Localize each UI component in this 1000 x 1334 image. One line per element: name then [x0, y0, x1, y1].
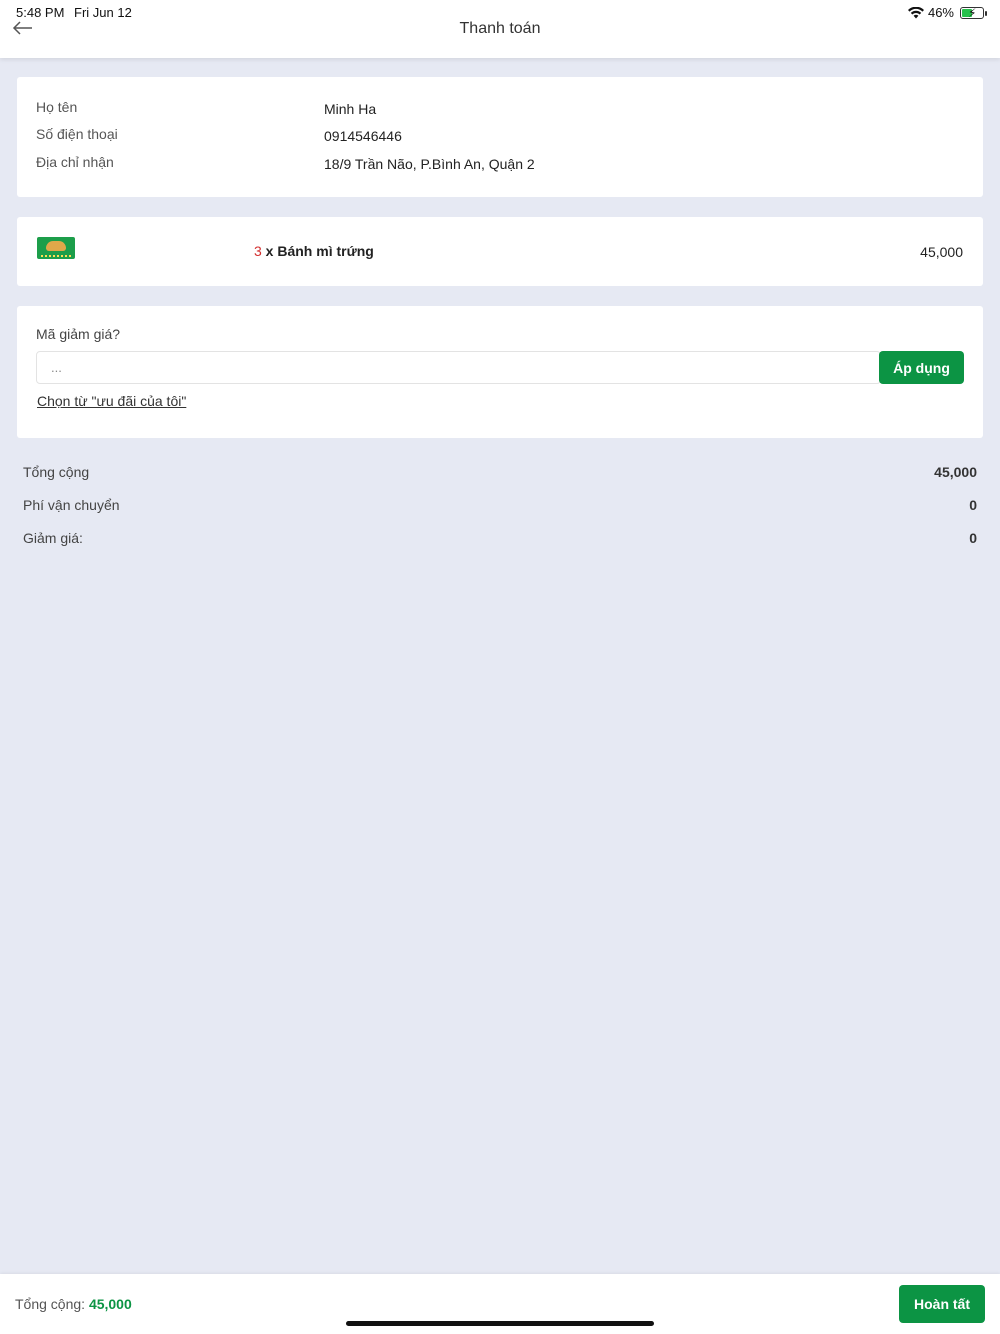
complete-button[interactable]: Hoàn tất: [899, 1285, 985, 1323]
summary-total-value: 45,000: [934, 464, 977, 480]
header-bar: 5:48 PM Fri Jun 12 46% ⚡ Thanh toán: [0, 0, 1000, 58]
name-label: Họ tên: [36, 99, 78, 115]
order-item-card: 3 x Bánh mì trứng 45,000: [17, 217, 983, 286]
status-indicators: 46% ⚡: [907, 5, 987, 20]
coupon-input[interactable]: [36, 351, 881, 384]
phone-label: Số điện thoại: [36, 126, 118, 142]
address-label: Địa chỉ nhận: [36, 154, 114, 170]
status-date: Fri Jun 12: [74, 5, 132, 20]
footer-total: Tổng cộng: 45,000: [15, 1296, 132, 1312]
name-value: Minh Ha: [324, 101, 377, 117]
item-quantity: 3: [254, 243, 262, 259]
apply-coupon-button[interactable]: Áp dụng: [879, 351, 964, 384]
wifi-icon: [907, 6, 924, 18]
customer-info-card: Họ tên Minh Ha Số điện thoại 0914546446 …: [17, 77, 983, 197]
status-bar: 5:48 PM Fri Jun 12 46% ⚡: [0, 0, 1000, 22]
summary-discount-value: 0: [969, 530, 977, 546]
summary-shipping-value: 0: [969, 497, 977, 513]
item-description: 3 x Bánh mì trứng: [254, 243, 374, 259]
home-indicator: [346, 1321, 654, 1326]
battery-icon: ⚡: [960, 6, 987, 20]
page-title: Thanh toán: [459, 20, 541, 37]
footer-total-label: Tổng cộng:: [15, 1296, 89, 1312]
item-thumbnail: [37, 237, 75, 259]
summary-shipping-label: Phí vận chuyển: [23, 497, 120, 513]
footer-total-value: 45,000: [88, 1296, 132, 1312]
item-price: 45,000: [920, 244, 963, 260]
choose-offer-link[interactable]: Chọn từ "ưu đãi của tôi": [37, 393, 186, 409]
coupon-title: Mã giảm giá?: [36, 326, 121, 342]
coupon-card: Mã giảm giá? Áp dụng Chọn từ "ưu đãi của…: [17, 306, 983, 438]
phone-value: 0914546446: [324, 128, 402, 144]
battery-percentage: 46%: [927, 5, 954, 20]
summary-discount-label: Giảm giá:: [23, 530, 83, 546]
item-name: x Bánh mì trứng: [261, 243, 374, 259]
address-value: 18/9 Trần Não, P.Bình An, Quận 2: [324, 156, 535, 172]
summary-total-label: Tổng cộng: [23, 464, 90, 480]
